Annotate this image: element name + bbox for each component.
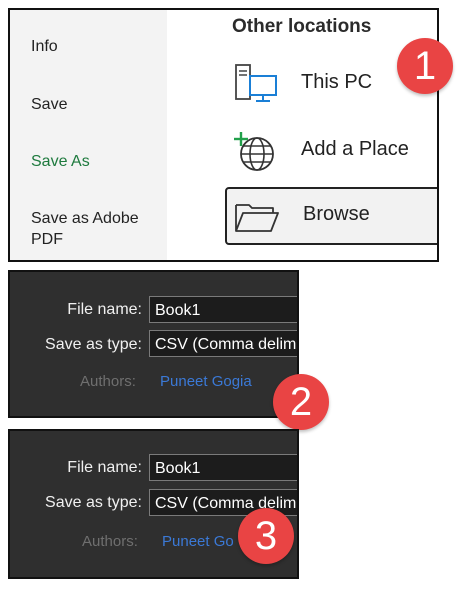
nav-item-save-as[interactable]: Save As — [31, 151, 90, 172]
step-badge-2: 2 — [273, 374, 329, 430]
save-as-backstage-panel: Info Save Save As Save as Adobe PDF Othe… — [8, 8, 439, 262]
location-browse[interactable]: Browse — [225, 187, 437, 245]
computer-icon — [235, 64, 277, 102]
save-dialog-panel-2: File name: Book1 Save as type: CSV (Comm… — [8, 270, 299, 418]
step-badge-3: 3 — [238, 508, 294, 564]
backstage-left-nav: Info Save Save As Save as Adobe PDF — [10, 10, 167, 260]
step-badge-1: 1 — [397, 38, 453, 94]
location-add-a-place[interactable]: Add a Place — [225, 122, 437, 180]
tutorial-canvas: Info Save Save As Save as Adobe PDF Othe… — [0, 0, 474, 590]
location-this-pc-label: This PC — [301, 71, 373, 93]
authors-label: Authors: — [80, 373, 136, 390]
save-as-type-select[interactable]: CSV (Comma delim — [149, 330, 297, 357]
file-name-input[interactable]: Book1 — [149, 296, 297, 323]
folder-icon — [235, 204, 279, 232]
file-name-input[interactable]: Book1 — [149, 454, 297, 481]
save-as-type-label: Save as type: — [45, 494, 142, 511]
file-name-label: File name: — [67, 301, 142, 318]
location-add-a-place-label: Add a Place — [301, 138, 409, 160]
file-name-label: File name: — [67, 459, 142, 476]
save-as-type-label: Save as type: — [45, 336, 142, 353]
authors-value-link[interactable]: Puneet Gogia — [160, 373, 252, 390]
other-locations-heading: Other locations — [232, 16, 372, 37]
nav-item-save[interactable]: Save — [31, 94, 67, 115]
nav-item-save-as-adobe-pdf[interactable]: Save as Adobe PDF — [31, 208, 161, 250]
globe-plus-icon — [234, 132, 274, 171]
authors-label: Authors: — [82, 533, 138, 550]
location-browse-label: Browse — [303, 203, 370, 225]
nav-item-info[interactable]: Info — [31, 36, 58, 57]
authors-value-link[interactable]: Puneet Go — [162, 533, 234, 550]
